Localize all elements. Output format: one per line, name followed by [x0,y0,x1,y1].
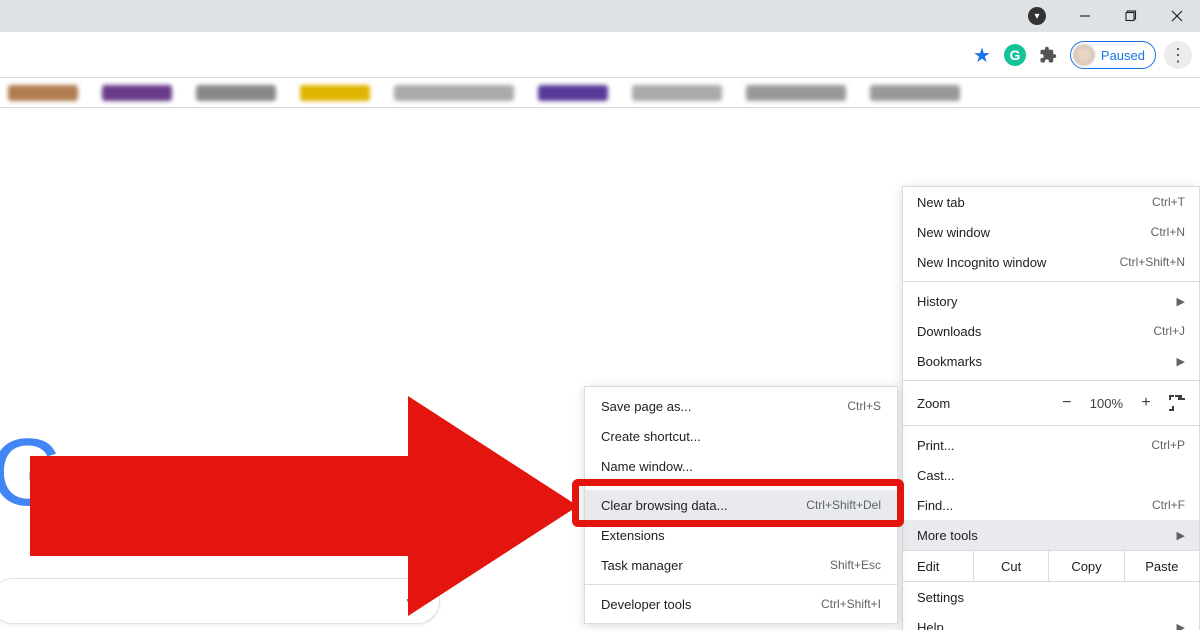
voice-search-icon[interactable] [403,588,421,615]
bookmark-item[interactable] [746,85,846,101]
close-button[interactable] [1154,0,1200,32]
search-box[interactable] [0,578,440,624]
menu-history[interactable]: History ▶ [903,286,1199,316]
menu-more-tools[interactable]: More tools ▶ [903,520,1199,550]
edit-label: Edit [903,559,973,574]
sync-indicator-icon[interactable]: ▾ [1028,7,1046,25]
bookmark-item[interactable] [870,85,960,101]
bookmark-item[interactable] [394,85,514,101]
menu-new-window[interactable]: New window Ctrl+N [903,217,1199,247]
more-tools-submenu: Save page as... Ctrl+S Create shortcut..… [584,386,898,624]
menu-settings[interactable]: Settings [903,582,1199,612]
avatar-icon [1073,44,1095,66]
chrome-menu-button[interactable]: ⋮ [1164,41,1192,69]
submenu-create-shortcut[interactable]: Create shortcut... [585,421,897,451]
bookmark-item[interactable] [196,85,276,101]
menu-cast[interactable]: Cast... [903,460,1199,490]
menu-bookmarks[interactable]: Bookmarks ▶ [903,346,1199,376]
window-titlebar: ▾ [0,0,1200,32]
submenu-arrow-icon: ▶ [1177,295,1185,308]
fullscreen-icon[interactable] [1169,395,1185,411]
menu-separator [903,281,1199,282]
submenu-clear-browsing-data[interactable]: Clear browsing data... Ctrl+Shift+Del [585,490,897,520]
submenu-arrow-icon: ▶ [1177,355,1185,368]
menu-zoom-row: Zoom − 100% + [903,385,1199,421]
menu-new-tab[interactable]: New tab Ctrl+T [903,187,1199,217]
menu-print[interactable]: Print... Ctrl+P [903,430,1199,460]
menu-help[interactable]: Help ▶ [903,612,1199,630]
google-logo: G [0,418,57,528]
bookmarks-bar [0,78,1200,108]
extensions-puzzle-icon[interactable] [1034,41,1062,69]
chrome-main-menu: New tab Ctrl+T New window Ctrl+N New Inc… [902,186,1200,630]
paused-label: Paused [1101,48,1145,63]
edit-copy-button[interactable]: Copy [1048,551,1123,581]
edit-cut-button[interactable]: Cut [973,551,1048,581]
bookmark-item[interactable] [102,85,172,101]
bookmark-item[interactable] [538,85,608,101]
bookmark-star-icon[interactable]: ★ [968,41,996,69]
submenu-extensions[interactable]: Extensions [585,520,897,550]
submenu-arrow-icon: ▶ [1177,529,1185,542]
menu-downloads[interactable]: Downloads Ctrl+J [903,316,1199,346]
menu-separator [585,584,897,585]
menu-find[interactable]: Find... Ctrl+F [903,490,1199,520]
page-content: G New tab Ctrl+T New window Ctrl+N New I… [0,108,1200,630]
browser-toolbar: ★ G Paused ⋮ [0,32,1200,78]
bookmark-item[interactable] [8,85,78,101]
bookmark-item[interactable] [632,85,722,101]
menu-new-incognito[interactable]: New Incognito window Ctrl+Shift+N [903,247,1199,277]
menu-separator [585,485,897,486]
zoom-label: Zoom [917,396,950,411]
submenu-arrow-icon: ▶ [1177,621,1185,630]
edit-paste-button[interactable]: Paste [1124,551,1199,581]
minimize-button[interactable] [1062,0,1108,32]
profile-paused-chip[interactable]: Paused [1070,41,1156,69]
zoom-out-button[interactable]: − [1060,394,1074,412]
submenu-task-manager[interactable]: Task manager Shift+Esc [585,550,897,580]
submenu-name-window[interactable]: Name window... [585,451,897,481]
zoom-percent: 100% [1090,396,1123,411]
zoom-in-button[interactable]: + [1139,394,1153,412]
menu-separator [903,380,1199,381]
menu-edit-row: Edit Cut Copy Paste [903,550,1199,582]
submenu-save-page[interactable]: Save page as... Ctrl+S [585,391,897,421]
bookmark-item[interactable] [300,85,370,101]
maximize-button[interactable] [1108,0,1154,32]
submenu-developer-tools[interactable]: Developer tools Ctrl+Shift+I [585,589,897,619]
menu-separator [903,425,1199,426]
grammarly-extension-icon[interactable]: G [1004,44,1026,66]
